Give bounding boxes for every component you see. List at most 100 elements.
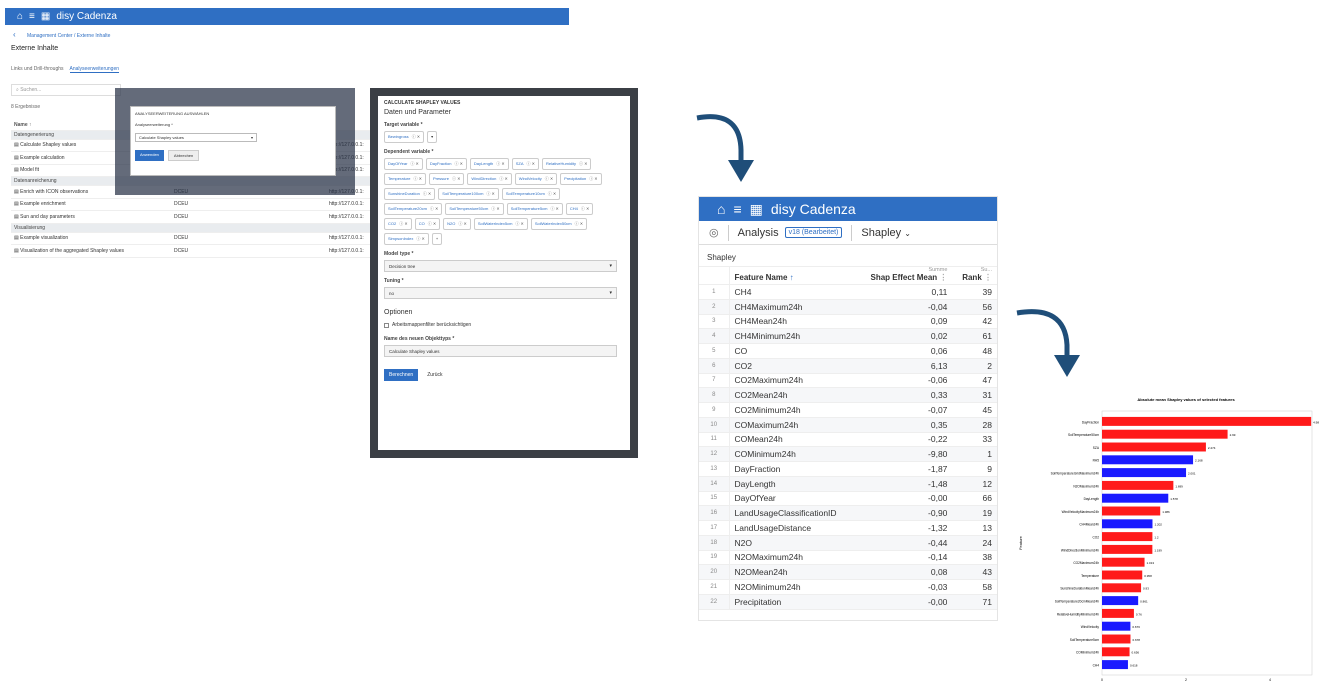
- close-icon[interactable]: ⓘ ✕: [486, 191, 494, 196]
- dependent-chip[interactable]: RelativeHumidity ⓘ ✕: [542, 158, 592, 170]
- table-row[interactable]: 10 COMaximum24h 0,35 28: [699, 417, 997, 433]
- close-icon[interactable]: ⓘ ✕: [515, 221, 523, 226]
- dependent-chip[interactable]: SoilTemperature5cm ⓘ ✕: [506, 203, 563, 215]
- close-icon[interactable]: ⓘ ✕: [581, 206, 589, 211]
- close-icon[interactable]: ⓘ ✕: [458, 221, 466, 226]
- col-shap-mean[interactable]: Summe Shap Effect Mean ⋮: [855, 267, 953, 285]
- table-row[interactable]: 8 CO2Mean24h 0,33 31: [699, 387, 997, 403]
- breadcrumb[interactable]: Management Center / Externe Inhalte: [27, 33, 110, 39]
- dependent-chip[interactable]: SZA ⓘ ✕: [511, 158, 539, 170]
- category-label: CH4: [1093, 664, 1100, 668]
- dependent-chip[interactable]: Pressure ⓘ ✕: [428, 173, 465, 185]
- dependent-chip[interactable]: N2O ⓘ ✕: [443, 218, 471, 230]
- dependent-chip[interactable]: DayFraction ⓘ ✕: [425, 158, 467, 170]
- search-input[interactable]: ⌕ Suchen...: [11, 84, 121, 96]
- dependent-chip[interactable]: CO ⓘ ✕: [414, 218, 441, 230]
- apply-button[interactable]: Anwenden: [135, 150, 164, 161]
- close-icon[interactable]: ⓘ ✕: [413, 176, 421, 181]
- dependent-chip[interactable]: DayLength ⓘ ✕: [469, 158, 509, 170]
- close-icon[interactable]: ⓘ ✕: [428, 221, 436, 226]
- dependent-chip[interactable]: WindDirection ⓘ ✕: [467, 173, 512, 185]
- table-row[interactable]: 11 COMean24h -0,22 33: [699, 432, 997, 448]
- dependent-chip[interactable]: SoilTemperature20cm ⓘ ✕: [384, 203, 443, 215]
- close-icon[interactable]: ⓘ ✕: [527, 161, 535, 166]
- filter-checkbox-row[interactable]: Arbeitsmappenfilter berücksichtigen: [384, 322, 624, 328]
- dependent-chip[interactable]: SunshineDuration ⓘ ✕: [384, 188, 436, 200]
- table-row[interactable]: 4 CH4Minimum24h 0,02 61: [699, 328, 997, 344]
- table-row[interactable]: 9 CO2Minimum24h -0,07 45: [699, 402, 997, 418]
- close-icon[interactable]: ⓘ ✕: [452, 176, 460, 181]
- close-icon[interactable]: ⓘ ✕: [416, 236, 424, 241]
- close-icon[interactable]: ⓘ ✕: [412, 134, 420, 139]
- dependent-chip[interactable]: SoilTemperature10cm ⓘ ✕: [501, 188, 561, 200]
- table-row[interactable]: 18 N2O -0,44 24: [699, 535, 997, 551]
- back-icon[interactable]: ‹: [13, 30, 16, 39]
- dependent-chip[interactable]: Temperature ⓘ ✕: [384, 173, 426, 185]
- close-icon[interactable]: ⓘ ✕: [545, 176, 553, 181]
- table-row[interactable]: 3 CH4Mean24h 0,09 42: [699, 314, 997, 330]
- calculate-button[interactable]: Berechnen: [384, 369, 419, 381]
- analysis-icon[interactable]: ◎: [709, 226, 719, 239]
- dependent-chip[interactable]: Precipitation ⓘ ✕: [560, 173, 602, 185]
- home-icon[interactable]: ⌂: [717, 201, 725, 217]
- close-icon[interactable]: ⓘ ✕: [579, 161, 587, 166]
- table-row[interactable]: 15 DayOfYear -0,00 66: [699, 491, 997, 507]
- close-icon[interactable]: ⓘ ✕: [548, 191, 556, 196]
- target-chip[interactable]: Bewingross ⓘ ✕: [384, 131, 425, 143]
- chevron-down-icon[interactable]: ▾: [427, 131, 438, 143]
- close-icon[interactable]: ⓘ ✕: [550, 206, 558, 211]
- table-row[interactable]: 7 CO2Maximum24h -0,06 47: [699, 373, 997, 389]
- table-row[interactable]: 1 CH4 0,11 39: [699, 284, 997, 300]
- view-selector[interactable]: Shapley ⌄: [861, 227, 911, 239]
- dependent-chip[interactable]: WindVelocity ⓘ ✕: [514, 173, 558, 185]
- table-row[interactable]: 16 LandUsageClassificationID -0,90 19: [699, 505, 997, 521]
- close-icon[interactable]: ⓘ ✕: [496, 161, 504, 166]
- dependent-chip[interactable]: SoilWaterIndex50cm ⓘ ✕: [530, 218, 588, 230]
- dependent-chip[interactable]: SimpsonIndex ⓘ ✕: [384, 233, 429, 245]
- dependent-chip[interactable]: CH4 ⓘ ✕: [565, 203, 594, 215]
- home-icon[interactable]: ⌂: [17, 11, 23, 22]
- column-menu-icon[interactable]: ⋮: [984, 273, 992, 282]
- cancel-button[interactable]: Abbrechen: [167, 150, 200, 161]
- tab-links[interactable]: Links und Drill-throughs: [11, 66, 64, 73]
- col-rank[interactable]: Su... Rank ⋮: [952, 267, 997, 285]
- version-badge[interactable]: v18 (Bearbeitet): [784, 227, 843, 238]
- menu-icon[interactable]: ≡: [733, 201, 741, 217]
- table-row[interactable]: 2 CH4Maximum24h -0,04 56: [699, 299, 997, 315]
- close-icon[interactable]: ⓘ ✕: [589, 176, 597, 181]
- tuning-select[interactable]: no ▾: [384, 287, 617, 299]
- table-row[interactable]: 22 Precipitation -0,00 71: [699, 594, 997, 610]
- back-button[interactable]: Zurück: [422, 369, 448, 381]
- table-row[interactable]: 13 DayFraction -1,87 9: [699, 461, 997, 477]
- dependent-chip[interactable]: SoilTemperature100cm ⓘ ✕: [438, 188, 499, 200]
- tab-analysis-extensions[interactable]: Analyseerweiterungen: [69, 66, 120, 73]
- table-row[interactable]: 21 N2OMinimum24h -0,03 58: [699, 579, 997, 595]
- close-icon[interactable]: ⓘ ✕: [575, 221, 583, 226]
- table-row[interactable]: 6 CO2 6,13 2: [699, 358, 997, 374]
- extension-select[interactable]: Calculate Shapley values ▾: [135, 133, 257, 142]
- name-input[interactable]: Calculate Shapley values: [384, 345, 617, 357]
- close-icon[interactable]: ⓘ ✕: [423, 191, 431, 196]
- close-icon[interactable]: ⓘ ✕: [499, 176, 507, 181]
- close-icon[interactable]: ⓘ ✕: [491, 206, 499, 211]
- table-row[interactable]: 20 N2OMean24h 0,08 43: [699, 564, 997, 580]
- dependent-chip[interactable]: SoilTemperature50cm ⓘ ✕: [445, 203, 504, 215]
- table-row[interactable]: 17 LandUsageDistance -1,32 13: [699, 520, 997, 536]
- dependent-chip[interactable]: SoilWaterIndex5cm ⓘ ✕: [473, 218, 528, 230]
- table-row[interactable]: 12 COMinimum24h -9,80 1: [699, 446, 997, 462]
- filter-checkbox[interactable]: [384, 322, 389, 328]
- close-icon[interactable]: ⓘ ✕: [399, 221, 407, 226]
- table-row[interactable]: 19 N2OMaximum24h -0,14 38: [699, 550, 997, 566]
- menu-icon[interactable]: ≡: [29, 11, 35, 22]
- table-row[interactable]: 5 CO 0,06 48: [699, 343, 997, 359]
- table-row[interactable]: 14 DayLength -1,48 12: [699, 476, 997, 492]
- model-type-select[interactable]: Decision tree ▾: [384, 260, 617, 272]
- dependent-chip[interactable]: DayOfYear ⓘ ✕: [384, 158, 423, 170]
- column-menu-icon[interactable]: ⋮: [939, 273, 947, 282]
- close-icon[interactable]: ⓘ ✕: [430, 206, 438, 211]
- add-icon[interactable]: +: [431, 233, 443, 245]
- close-icon[interactable]: ⓘ ✕: [410, 161, 418, 166]
- dependent-chip[interactable]: CO2 ⓘ ✕: [384, 218, 412, 230]
- close-icon[interactable]: ⓘ ✕: [454, 161, 462, 166]
- col-feature-name[interactable]: Feature Name ↑: [729, 267, 856, 285]
